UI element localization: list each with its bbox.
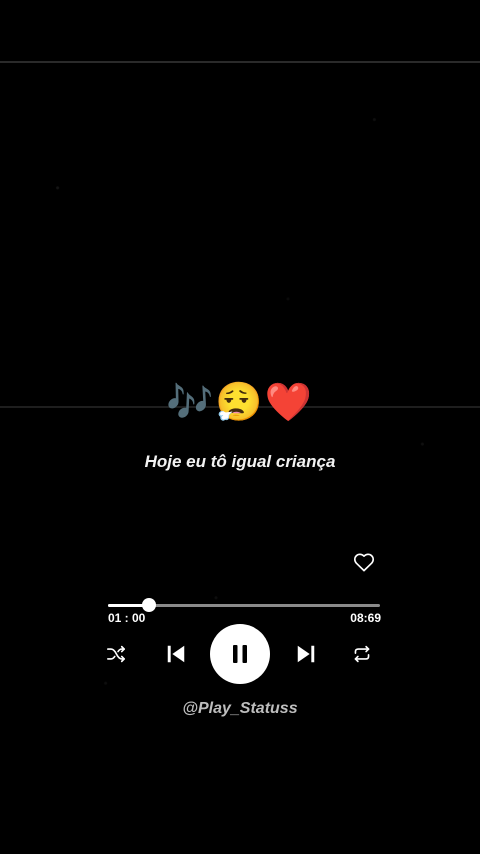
skip-next-icon: [297, 645, 315, 663]
shuffle-button[interactable]: [104, 642, 128, 666]
playback-controls: [100, 624, 380, 684]
skip-previous-icon: [167, 645, 185, 663]
heart-outline-icon: [353, 553, 375, 572]
next-button[interactable]: [292, 640, 320, 668]
channel-handle: @Play_Statuss: [182, 700, 298, 717]
shuffle-icon: [107, 645, 125, 663]
like-button[interactable]: [351, 549, 377, 575]
lyric-emojis: 🎶😮‍💨❤️: [166, 380, 314, 424]
pause-icon: [233, 645, 247, 663]
top-divider: [0, 61, 480, 63]
previous-button[interactable]: [162, 640, 190, 668]
pause-button[interactable]: [210, 624, 270, 684]
progress-bar[interactable]: [108, 598, 380, 612]
lyric-line: Hoje eu tô igual criança: [144, 452, 336, 471]
progress-knob[interactable]: [141, 598, 156, 612]
repeat-button[interactable]: [350, 642, 374, 666]
elapsed-time: 01 : 00: [108, 611, 146, 625]
total-duration: 08:69: [350, 611, 381, 625]
repeat-icon: [354, 645, 370, 663]
